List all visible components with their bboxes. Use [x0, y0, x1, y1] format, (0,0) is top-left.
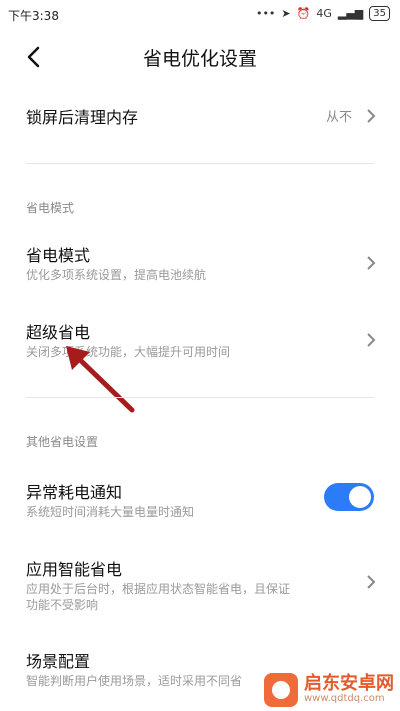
- watermark-url: www.qdtdq.com: [304, 693, 385, 705]
- status-bar: 下午3:38 ••• ➤ ⏰ 4G ▂▄▆ 35: [0, 0, 400, 30]
- section-header-other: 其他省电设置: [26, 435, 99, 449]
- abnormal-drain-label: 异常耗电通知: [26, 483, 123, 502]
- abnormal-drain-row: 异常耗电通知 系统短时间消耗大量电量时通知: [0, 477, 400, 525]
- app-smart-saving-row[interactable]: 应用智能省电 应用处于后台时，根据应用状态智能省电，且保证 功能不受影响: [0, 554, 400, 614]
- signal-icon: ▂▄▆: [337, 7, 364, 20]
- app-smart-saving-label: 应用智能省电: [26, 560, 123, 579]
- battery-icon: 35: [369, 6, 390, 21]
- status-icons: ••• ➤ ⏰ 4G ▂▄▆ 35: [256, 6, 390, 21]
- power-saving-mode-row[interactable]: 省电模式 优化多项系统设置，提高电池续航: [0, 240, 400, 288]
- abnormal-drain-toggle[interactable]: [324, 483, 374, 511]
- annotation-arrow-icon: [66, 346, 135, 413]
- lock-clean-value: 从不: [325, 110, 352, 125]
- divider: [26, 397, 374, 398]
- watermark: 启东安卓网 www.qdtdq.com: [264, 673, 394, 707]
- watermark-name: 启东安卓网: [304, 673, 394, 695]
- app-header: 省电优化设置: [0, 34, 400, 80]
- section-header-power-mode: 省电模式: [26, 201, 75, 215]
- notification-dots: •••: [255, 7, 276, 20]
- network-type: 4G: [316, 7, 332, 20]
- lock-clean-row[interactable]: 锁屏后清理内存 从不: [0, 96, 400, 136]
- chevron-right-icon: [367, 256, 376, 270]
- chevron-right-icon: [367, 575, 376, 589]
- lock-clean-label: 锁屏后清理内存: [26, 108, 139, 127]
- watermark-logo-icon: [264, 673, 298, 707]
- power-saving-mode-label: 省电模式: [26, 246, 91, 265]
- app-smart-saving-desc: 应用处于后台时，根据应用状态智能省电，且保证: [26, 582, 291, 596]
- page-title: 省电优化设置: [142, 48, 257, 70]
- scene-config-desc: 智能判断用户使用场景，适时采用不同省: [26, 674, 243, 688]
- status-time: 下午3:38: [8, 9, 59, 23]
- scene-config-label: 场景配置: [26, 652, 91, 671]
- abnormal-drain-desc: 系统短时间消耗大量电量时通知: [26, 505, 195, 519]
- divider: [26, 163, 374, 164]
- gps-icon: ➤: [281, 7, 291, 20]
- alarm-icon: ⏰: [296, 7, 311, 20]
- app-smart-saving-desc-line2: 功能不受影响: [26, 598, 99, 612]
- chevron-right-icon: [367, 109, 376, 123]
- power-saving-mode-desc: 优化多项系统设置，提高电池续航: [26, 268, 207, 282]
- toggle-knob: [349, 486, 371, 508]
- chevron-right-icon: [367, 333, 376, 347]
